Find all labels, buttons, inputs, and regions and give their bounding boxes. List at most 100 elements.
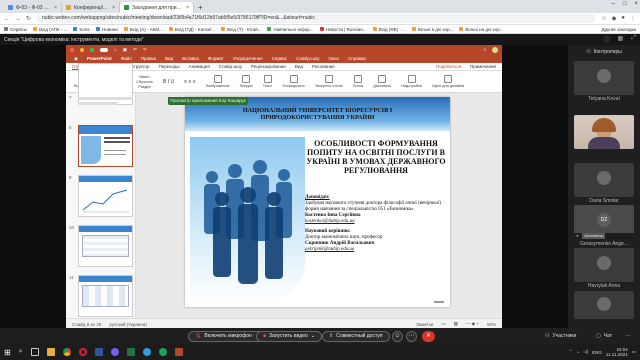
advisor-email[interactable]: askripnik@nubip.edu.ua	[305, 247, 447, 253]
tray-chevron-icon[interactable]: ⌃	[569, 349, 573, 355]
bookmark[interactable]: Вхід (ФВ) - ...	[372, 27, 406, 32]
menu-item[interactable]: Упорядочение	[233, 56, 263, 61]
language-indicator[interactable]: русский (Украина)	[109, 322, 147, 327]
chat-button[interactable]: ▢ Чат	[596, 333, 612, 339]
save-icon[interactable]: ▣	[123, 47, 127, 53]
menu-icon[interactable]: ⋮	[630, 15, 636, 22]
dictate-button[interactable]: Диктовать	[373, 75, 391, 88]
word-icon[interactable]	[94, 348, 103, 356]
search-icon[interactable]: ⌕	[19, 348, 23, 356]
reactions-button[interactable]: ☺	[392, 330, 403, 342]
ribbon-tab[interactable]: Рецензирование	[251, 64, 286, 69]
menu-item[interactable]: Справка	[348, 56, 366, 61]
ribbon-tab[interactable]: Слайд-шоу	[219, 64, 242, 69]
ribbon-tab[interactable]: Анимация	[189, 64, 210, 69]
current-slide[interactable]: НАЦІОНАЛЬНИЙ УНІВЕРСИТЕТ БІОРЕСУРСІВ І П…	[185, 97, 450, 307]
more-options-button[interactable]: ⋯	[406, 330, 417, 342]
ribbon-tab[interactable]: Вид	[295, 64, 303, 69]
slide-thumbnail[interactable]	[78, 95, 133, 109]
network-icon[interactable]: ◔	[576, 350, 579, 355]
user-avatar[interactable]	[492, 46, 498, 53]
autosave-toggle[interactable]	[100, 47, 108, 52]
extensions-icon[interactable]: ◆	[612, 15, 617, 22]
panel-header[interactable]: ⚇ Контролеры	[568, 45, 640, 59]
start-video-button[interactable]: ■ Запустить видео ⌄	[256, 330, 322, 342]
menu-item[interactable]: Формат	[208, 56, 224, 61]
leave-meeting-button[interactable]: ✕	[422, 330, 435, 342]
info-icon[interactable]: ⓘ	[604, 35, 610, 44]
redo-icon[interactable]: ↷	[143, 47, 147, 53]
bookmark[interactable]: Вхід (ТД) - Kansel...	[168, 27, 215, 32]
notes-button[interactable]: Заметки	[416, 322, 433, 327]
participant-tile[interactable]	[574, 291, 634, 319]
windows-start-icon[interactable]: ⊞	[4, 348, 11, 357]
webex-icon[interactable]	[158, 348, 167, 356]
volume-icon[interactable]: ◁)	[583, 349, 588, 355]
close-window-icon[interactable]: ×	[634, 1, 638, 7]
bookmark[interactable]: Вхід (АПК - ...	[33, 27, 67, 32]
share-button[interactable]: ⇪ Совместный доступ	[322, 330, 390, 342]
minimize-icon[interactable]: –	[612, 1, 615, 7]
apple-menu-icon[interactable]: ◉	[74, 56, 78, 62]
language-indicator[interactable]: ENG	[592, 350, 602, 355]
slide-thumbnail[interactable]	[78, 275, 133, 317]
zoom-dot-icon[interactable]	[90, 47, 94, 52]
participant-tile[interactable]	[574, 248, 634, 282]
bookmark[interactable]: SoSc	[73, 27, 90, 32]
share-button[interactable]: Поделиться	[436, 64, 461, 69]
bookmark[interactable]: Сервісы	[4, 27, 27, 32]
close-icon[interactable]: ×	[186, 5, 189, 11]
slide-thumbnail-selected[interactable]	[78, 125, 133, 167]
layout-icon[interactable]: ▦	[618, 35, 624, 44]
file-explorer-icon[interactable]	[46, 348, 55, 356]
menu-item[interactable]: Сервис	[272, 56, 287, 61]
text-box-button[interactable]: Текст	[263, 75, 272, 88]
bookmark[interactable]: Вільні на дні кор...	[459, 27, 504, 32]
other-bookmarks[interactable]: Другие закладки	[602, 27, 636, 32]
comments-button[interactable]: Примечания	[470, 64, 496, 69]
bookmark[interactable]: Вільні в дні кор...	[411, 27, 453, 32]
search-icon[interactable]: ⌕	[483, 47, 486, 52]
bookmark[interactable]: Новини	[96, 27, 118, 32]
notifications-icon[interactable]: ▭	[632, 349, 636, 355]
bookmark[interactable]: Навчально-інфор...	[267, 27, 314, 32]
unmute-button[interactable]: 🎙︎Включить микрофон⌄	[188, 330, 267, 342]
participant-tile[interactable]	[574, 61, 634, 95]
ribbon-tab[interactable]: Рисование	[312, 64, 335, 69]
forward-icon[interactable]: →	[15, 16, 21, 22]
star-icon[interactable]: ☆	[601, 15, 606, 22]
browser-tab[interactable]: Конференції для участі у ...×	[62, 2, 120, 13]
slide-thumbnail[interactable]	[78, 175, 133, 217]
participant-tile[interactable]	[574, 163, 634, 197]
shapes-button[interactable]: Фигуры	[240, 75, 253, 88]
slide-thumbnail[interactable]	[78, 225, 133, 267]
fullscreen-icon[interactable]: ⤢	[631, 35, 636, 44]
zoom-slider[interactable]: — ◆ +	[466, 321, 479, 327]
arrange-button[interactable]: Упорядочить	[282, 75, 305, 88]
close-dot-icon[interactable]	[70, 47, 74, 52]
design-ideas-button[interactable]: Идеи для дизайна	[432, 75, 464, 88]
menu-item[interactable]: Файл	[121, 56, 132, 61]
bookmark[interactable]: Вхід (А) - АКМ...	[123, 27, 163, 32]
menu-item[interactable]: Вид	[165, 56, 173, 61]
close-icon[interactable]: ×	[54, 5, 57, 11]
close-icon[interactable]: ×	[112, 5, 115, 11]
excel-icon[interactable]	[126, 348, 135, 356]
find-button[interactable]: Поиск	[353, 75, 363, 88]
undo-icon[interactable]: ↶	[133, 47, 137, 53]
task-view-icon[interactable]	[30, 348, 39, 356]
maximize-icon[interactable]: □	[623, 1, 627, 7]
bookmark[interactable]: Вхід (Т) - Кітай...	[221, 27, 261, 32]
viber-icon[interactable]	[110, 348, 119, 356]
browser-tab-active[interactable]: Заседания для пристойної...×	[120, 2, 194, 13]
telegram-icon[interactable]	[142, 348, 151, 356]
browser-tab[interactable]: Ф-03 - Ф-03 Програма Онлайн-...×	[4, 2, 62, 13]
layout-button[interactable]: Макет Сбросить Раздел	[136, 75, 153, 89]
profile-icon[interactable]: ●	[621, 15, 625, 22]
menu-item[interactable]: Вставка	[182, 56, 199, 61]
back-icon[interactable]: ←	[4, 16, 10, 22]
participants-button[interactable]: ⚇ Участники	[545, 333, 576, 339]
font-group[interactable]: B I U	[163, 79, 174, 85]
more-panels-button[interactable]: ⋯	[626, 333, 631, 339]
sorter-view-icon[interactable]: ▦	[454, 321, 458, 327]
